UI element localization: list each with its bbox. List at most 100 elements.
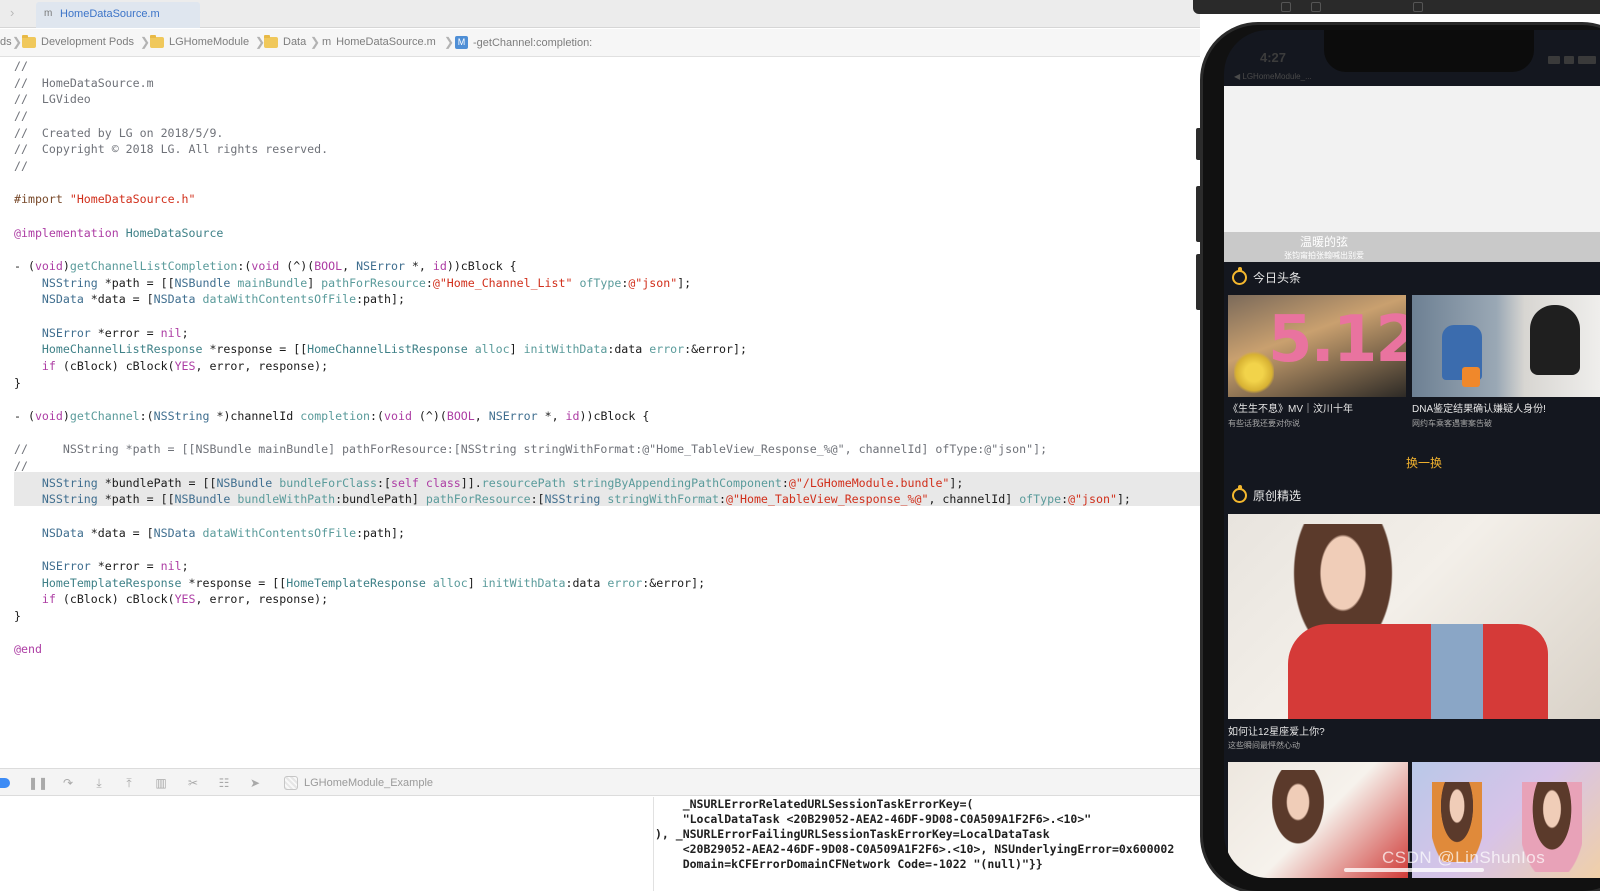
variables-view[interactable] — [0, 797, 654, 891]
tab-home-data-source[interactable]: m HomeDataSource.m — [36, 2, 200, 28]
code-token: ] — [509, 342, 524, 357]
rotate-icon[interactable] — [1413, 2, 1423, 12]
scheme-selector[interactable]: LGHomeModule_Example — [284, 776, 433, 790]
code-token: *)channelId — [209, 409, 301, 424]
breakpoints-toggle-icon[interactable] — [0, 778, 10, 788]
simulate-location-icon[interactable]: ➤ — [247, 775, 263, 791]
code-token: NSData — [153, 292, 196, 307]
code-token: id — [565, 409, 580, 424]
code-token: ; — [181, 325, 189, 340]
breadcrumb-label: ds — [0, 36, 12, 48]
code-token: BOOL — [314, 259, 343, 274]
breadcrumb-label: LGHomeModule — [169, 36, 250, 48]
section-title: 今日头条 — [1253, 271, 1302, 285]
news-thumbnail-dna[interactable] — [1412, 295, 1600, 397]
code-token: void — [251, 259, 280, 274]
code-token: : — [781, 475, 789, 490]
code-token: dataWithContentsOfFile — [202, 292, 357, 307]
source-editor[interactable]: // // HomeDataSource.m // LGVideo // // Crea… — [0, 58, 1200, 760]
folder-icon — [150, 34, 164, 48]
breadcrumb-data[interactable]: Data — [264, 34, 306, 48]
breadcrumb-label: Development Pods — [41, 36, 134, 48]
breadcrumb-label: -getChannel:completion: — [473, 36, 593, 49]
wifi-icon — [1564, 56, 1574, 64]
code-token: void — [384, 409, 412, 424]
code-token: NSData — [41, 292, 84, 307]
code-token: // — [14, 109, 28, 123]
feature-title[interactable]: 如何让12星座爱上你? — [1228, 723, 1325, 738]
step-into-icon[interactable]: ⤓ — [91, 775, 107, 791]
console-line: "LocalDataTask <20B29052-AEA2-46DF-9D08-… — [655, 812, 1092, 826]
top-banner[interactable]: 温暖的弦 张钧甯拍张翰喊出别爱 — [1224, 86, 1600, 262]
step-out-icon[interactable]: ⤒ — [121, 775, 137, 791]
view-hierarchy-icon[interactable]: ▥ — [153, 775, 169, 791]
breadcrumb-lghomemodule[interactable]: LGHomeModule — [150, 34, 250, 48]
code-token: error — [649, 342, 685, 357]
editor-tab-bar: › m HomeDataSource.m — [0, 0, 1200, 28]
device-notch — [1324, 30, 1534, 72]
code-token: *data = [ — [83, 292, 154, 307]
code-token: initWithData — [481, 575, 566, 590]
code-token: if — [41, 359, 56, 374]
home-indicator[interactable] — [1344, 868, 1484, 872]
code-token: :( — [237, 259, 252, 274]
memory-graph-icon[interactable]: ✂ — [185, 775, 201, 791]
refresh-button[interactable]: 换一换 — [1374, 454, 1474, 471]
step-over-icon[interactable]: ↷ — [60, 775, 76, 791]
code-token: HomeDataSource — [125, 225, 224, 240]
code-token: HomeTemplateResponse — [41, 575, 182, 590]
objc-file-icon: m — [44, 8, 53, 19]
code-line: HomeChannelListResponse *response = [[Ho… — [14, 341, 747, 358]
code-line: // NSString *path = [[NSBundle mainBundl… — [14, 441, 1047, 458]
news-thumbnail-512[interactable]: 5.12 — [1228, 295, 1406, 397]
code-token: *error = — [90, 325, 161, 340]
news-card-title[interactable]: 《生生不息》MV｜汶川十年 — [1228, 400, 1353, 415]
news-card-subtitle: 有些话我还要对你说 — [1228, 419, 1300, 428]
code-token: : — [425, 275, 433, 290]
console-output[interactable]: _NSURLErrorRelatedURLSessionTaskErrorKey… — [655, 797, 1215, 891]
code-line: #import "HomeDataSource.h" — [14, 191, 195, 208]
back-to-app-link[interactable]: ◀ LGHomeModule_... — [1234, 72, 1312, 81]
code-line: // Copyright © 2018 LG. All rights reser… — [14, 141, 328, 158]
chevron-right-icon[interactable]: › — [10, 5, 26, 21]
code-token: // — [14, 59, 28, 73]
code-token: nil — [160, 559, 182, 574]
chevron-right-icon: ❯ — [444, 35, 455, 49]
code-line: // — [14, 458, 28, 475]
environment-overrides-icon[interactable]: ☷ — [216, 775, 232, 791]
code-token: if — [41, 592, 56, 607]
code-token: *error = — [90, 559, 161, 574]
code-line: if (cBlock) cBlock(YES, error, response)… — [14, 358, 328, 375]
news-card-title[interactable]: DNA鉴定结果确认嫌疑人身份! — [1412, 400, 1546, 415]
bulb-icon — [1232, 485, 1247, 503]
code-token: NSString — [153, 409, 210, 424]
code-line: - (void)getChannel:(NSString *)channelId… — [14, 408, 649, 425]
code-line: } — [14, 375, 21, 392]
red-coat-graphic — [1288, 624, 1548, 719]
code-token: :data — [607, 342, 650, 357]
code-token: ) — [62, 259, 70, 274]
code-token: *response = [[ — [181, 575, 287, 590]
breadcrumb-file[interactable]: m HomeDataSource.m — [322, 36, 436, 48]
screenshot-icon[interactable] — [1311, 2, 1321, 12]
code-token: *path = [[ — [97, 275, 175, 290]
code-token: @"Home_Channel_List" — [432, 275, 573, 290]
code-token: , channelId] — [928, 492, 1020, 507]
simulator-screen[interactable]: 4:27 ◀ LGHomeModule_... 温暖的弦 张钧甯拍张翰喊出别爱 … — [1224, 30, 1600, 878]
code-token: @"/LGHomeModule.bundle" — [788, 475, 950, 490]
grid-thumbnail[interactable] — [1228, 762, 1408, 878]
chevron-right-icon: ❯ — [12, 35, 23, 49]
breadcrumb-root[interactable]: ds — [0, 36, 12, 48]
breadcrumb-method[interactable]: M -getChannel:completion: — [455, 36, 592, 49]
code-token: @"json" — [1068, 492, 1117, 507]
code-token: :&error]; — [684, 342, 747, 357]
feature-thumbnail[interactable] — [1228, 514, 1600, 719]
breadcrumb-development-pods[interactable]: Development Pods — [22, 34, 134, 48]
pause-icon[interactable]: ❚❚ — [28, 775, 48, 791]
code-token: :&error]; — [642, 575, 706, 590]
debug-bar: ❚❚ ↷ ⤓ ⤒ ▥ ✂ ☷ ➤ LGHomeModule_Example — [0, 768, 1200, 796]
home-icon[interactable] — [1281, 2, 1291, 12]
code-token: HomeChannelListResponse — [307, 342, 468, 357]
